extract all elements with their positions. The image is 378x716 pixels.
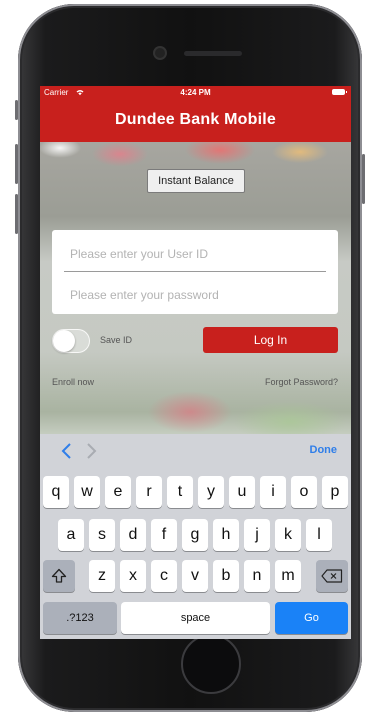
key-r[interactable]: r	[136, 476, 162, 508]
status-bar: Carrier 4:24 PM	[40, 86, 351, 100]
instant-balance-button[interactable]: Instant Balance	[147, 169, 245, 193]
user-id-field[interactable]: Please enter your User ID	[64, 238, 326, 270]
key-w[interactable]: w	[74, 476, 100, 508]
key-z[interactable]: z	[89, 560, 115, 592]
key-j[interactable]: j	[244, 519, 270, 551]
keyboard: q w e r t y u i o p a s d f g h j k l z …	[40, 468, 351, 639]
enroll-now-link[interactable]: Enroll now	[52, 377, 94, 387]
chevron-left-icon[interactable]	[60, 443, 74, 459]
key-d[interactable]: d	[120, 519, 146, 551]
power-button	[362, 154, 365, 204]
volume-up-button	[15, 144, 18, 184]
key-y[interactable]: y	[198, 476, 224, 508]
log-in-button[interactable]: Log In	[203, 327, 338, 353]
key-x[interactable]: x	[120, 560, 146, 592]
key-t[interactable]: t	[167, 476, 193, 508]
mute-switch	[15, 100, 18, 120]
keyboard-accessory-bar: Done	[40, 434, 351, 468]
done-button[interactable]: Done	[310, 444, 338, 456]
app-screen: Carrier 4:24 PM Dundee Bank Mobile Insta…	[40, 86, 351, 639]
battery-icon	[332, 89, 347, 95]
key-m[interactable]: m	[275, 560, 301, 592]
field-divider	[64, 271, 326, 272]
backspace-key[interactable]	[316, 560, 348, 592]
password-placeholder: Please enter your password	[70, 288, 219, 302]
backspace-icon	[321, 569, 343, 583]
shift-icon	[51, 568, 67, 583]
key-l[interactable]: l	[306, 519, 332, 551]
key-e[interactable]: e	[105, 476, 131, 508]
key-g[interactable]: g	[182, 519, 208, 551]
key-u[interactable]: u	[229, 476, 255, 508]
shift-key[interactable]	[43, 560, 75, 592]
password-field[interactable]: Please enter your password	[64, 279, 326, 311]
space-key[interactable]: space	[121, 602, 270, 634]
status-time: 4:24 PM	[180, 88, 211, 97]
volume-down-button	[15, 194, 18, 234]
home-button[interactable]	[181, 634, 241, 694]
key-k[interactable]: k	[275, 519, 301, 551]
user-id-placeholder: Please enter your User ID	[70, 247, 209, 261]
key-n[interactable]: n	[244, 560, 270, 592]
key-h[interactable]: h	[213, 519, 239, 551]
login-form: Please enter your User ID Please enter y…	[52, 230, 338, 314]
key-v[interactable]: v	[182, 560, 208, 592]
earpiece-speaker	[184, 51, 242, 56]
key-p[interactable]: p	[322, 476, 348, 508]
key-s[interactable]: s	[89, 519, 115, 551]
toggle-knob	[53, 330, 75, 352]
key-o[interactable]: o	[291, 476, 317, 508]
key-a[interactable]: a	[58, 519, 84, 551]
numbers-key[interactable]: .?123	[43, 602, 117, 634]
front-camera	[155, 48, 165, 58]
forgot-password-link[interactable]: Forgot Password?	[265, 377, 338, 387]
chevron-right-icon[interactable]	[84, 443, 98, 459]
go-key[interactable]: Go	[275, 602, 348, 634]
key-f[interactable]: f	[151, 519, 177, 551]
save-id-label: Save ID	[100, 335, 133, 345]
key-i[interactable]: i	[260, 476, 286, 508]
save-id-toggle[interactable]	[52, 329, 90, 353]
key-c[interactable]: c	[151, 560, 177, 592]
app-title: Dundee Bank Mobile	[115, 111, 276, 128]
key-q[interactable]: q	[43, 476, 69, 508]
nav-bar: Dundee Bank Mobile	[40, 100, 351, 142]
key-b[interactable]: b	[213, 560, 239, 592]
